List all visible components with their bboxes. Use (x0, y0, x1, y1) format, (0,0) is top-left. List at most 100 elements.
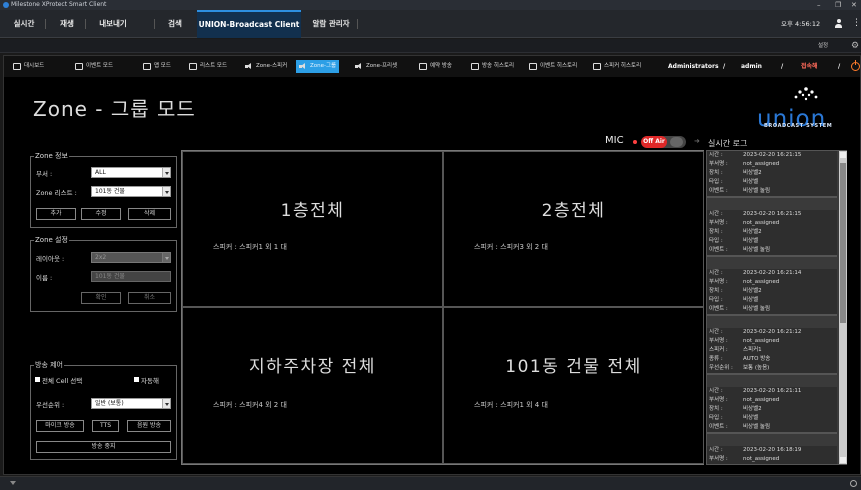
log-field-value: 비상벨 (743, 179, 759, 185)
log-row: 부서명 : not_assigned (707, 455, 837, 464)
dept-select[interactable]: ALL (91, 167, 171, 178)
edit-button[interactable]: 수정 (81, 208, 121, 220)
nav-dashboard[interactable]: 대시보드 (10, 60, 47, 73)
union-logo-dots (794, 87, 818, 101)
auto-release-label: 자동해 (141, 377, 159, 385)
zone-cell[interactable]: 지하주차장 전체 스피커 : 스피커4 외 2 대 (182, 307, 443, 464)
log-field-label: 부서명 : (709, 279, 728, 285)
dept-label: 부서 : (36, 170, 53, 178)
tab-alarm-manager[interactable]: 알람 관리자 (308, 10, 354, 38)
name-input[interactable]: 101동 건물 (91, 271, 171, 282)
log-row: 우선순위 : 보통 (높음) (707, 364, 837, 373)
scroll-thumb[interactable] (840, 163, 846, 323)
add-button[interactable]: 추가 (36, 208, 76, 220)
history-icon (471, 63, 479, 70)
mic-broadcast-button[interactable]: 마이크 방송 (36, 420, 84, 432)
mic-toggle[interactable]: Off Air (641, 136, 686, 148)
log-row: 타입 : 비상벨 (707, 296, 837, 305)
log-entry: 시간 : 2023-02-20 16:18:19 부서명 : not_assigne… (707, 446, 837, 464)
tts-button[interactable]: TTS (92, 420, 119, 432)
scroll-up-icon[interactable] (840, 152, 846, 158)
separator: / (838, 63, 841, 70)
log-row: 장치 : 비상벨2 (707, 228, 837, 237)
power-icon[interactable] (851, 60, 860, 71)
log-scrollbar[interactable] (839, 151, 847, 464)
zone-info-title: Zone 정보 (34, 152, 69, 161)
mic-label: MIC (605, 135, 624, 146)
nav-zone-group[interactable]: Zone-그룹 (296, 60, 340, 73)
user-icon[interactable] (835, 19, 842, 28)
cancel-button[interactable]: 취소 (128, 292, 171, 304)
chevron-down-icon (162, 399, 170, 408)
log-field-label: 부서명 : (709, 456, 728, 462)
layout-label: 레이아웃 : (36, 255, 65, 263)
main-tab-bar: 실시간 재생 내보내기 검색 UNION-Broadcast Client 알람… (0, 10, 861, 38)
tab-search[interactable]: 검색 (160, 10, 190, 38)
log-field-value: 비상벨 눌림 (743, 306, 771, 312)
tab-live[interactable]: 실시간 (6, 10, 42, 38)
priority-select[interactable]: 일반 (보통) (91, 398, 171, 409)
log-field-label: 타입 : (709, 179, 723, 185)
zone-settings-title: Zone 설정 (34, 236, 69, 245)
settings-label[interactable]: 설정 (818, 39, 828, 53)
nav-event-history[interactable]: 이벤트 히스토리 (526, 60, 580, 73)
scroll-down-icon[interactable] (840, 457, 846, 463)
layout-select[interactable]: 2x2 (91, 252, 171, 263)
log-row: 시간 : 2023-02-20 16:21:15 (707, 210, 837, 219)
nav-zone-preset[interactable]: Zone-프리셋 (352, 60, 400, 73)
nav-zone-speaker[interactable]: Zone-스피커 (242, 60, 290, 73)
tab-playback[interactable]: 재생 (50, 10, 84, 38)
log-field-value: 2023-02-20 16:21:12 (743, 329, 802, 335)
app-nav-bar: 대시보드 이벤트 모드 맵 모드 리스트 모드 Zone-스피커 Zone-그룹… (4, 56, 860, 77)
nav-list-mode[interactable]: 리스트 모드 (186, 60, 230, 73)
log-field-value: 2023-02-20 16:21:15 (743, 211, 802, 217)
realtime-log[interactable]: 시간 : 2023-02-20 16:21:15 부서명 : not_assigne… (706, 150, 847, 465)
status-icon[interactable] (850, 480, 857, 487)
collapse-icon[interactable] (10, 481, 16, 485)
zone-list-select[interactable]: 101동 건물 (91, 186, 171, 197)
log-entry: 시간 : 2023-02-20 16:21:14 부서명 : not_assigne… (707, 269, 837, 316)
tab-divider (154, 19, 155, 29)
more-menu-icon[interactable]: ⋮ (852, 18, 861, 28)
log-row: 이벤트 : 비상벨 눌림 (707, 187, 837, 196)
close-icon[interactable]: ✕ (851, 0, 857, 10)
zone-cell-speakers: 스피커 : 스피커1 외 1 대 (213, 243, 287, 251)
log-row: 스피커 : 스피커1 (707, 346, 837, 355)
mic-toggle-label: Off Air (641, 136, 667, 148)
log-entry: 시간 : 2023-02-20 16:21:12 부서명 : not_assigne… (707, 328, 837, 375)
nav-event-mode[interactable]: 이벤트 모드 (72, 60, 116, 73)
log-title: 실시간 로그 (708, 139, 748, 148)
zone-cell[interactable]: 101동 건물 전체 스피커 : 스피커1 외 4 대 (443, 307, 704, 464)
clock: 오후 4:56:12 (781, 20, 821, 28)
tab-union-broadcast[interactable]: UNION-Broadcast Client (197, 10, 301, 38)
zone-grid: 1층전체 스피커 : 스피커1 외 1 대 2층전체 스피커 : 스피커3 외 … (181, 150, 704, 465)
zone-cell[interactable]: 2층전체 스피커 : 스피커3 외 2 대 (443, 151, 704, 307)
log-field-value: 비상벨 (743, 297, 759, 303)
speaker-history-icon (593, 63, 601, 70)
log-field-label: 이벤트 : (709, 424, 728, 430)
log-row: 장치 : 비상벨2 (707, 287, 837, 296)
log-field-value: not_assigned (743, 456, 780, 462)
stop-broadcast-button[interactable]: 방송 중지 (36, 441, 171, 453)
log-row: 타입 : 비상벨 (707, 414, 837, 423)
maximize-icon[interactable]: ❐ (835, 0, 841, 10)
audio-broadcast-button[interactable]: 음원 방송 (127, 420, 171, 432)
log-field-label: 타입 : (709, 297, 723, 303)
gear-icon[interactable]: ⚙ (851, 40, 859, 52)
user-name: admin (741, 63, 762, 70)
logout-link[interactable]: 접속해 (801, 60, 818, 73)
log-entry: 시간 : 2023-02-20 16:21:15 부서명 : not_assigne… (707, 151, 837, 198)
log-field-value: 비상벨 눌림 (743, 188, 771, 194)
tab-export[interactable]: 내보내기 (88, 10, 138, 38)
log-field-label: 종류 : (709, 356, 723, 362)
nav-speaker-history[interactable]: 스피커 히스토리 (590, 60, 644, 73)
auto-release-checkbox[interactable] (134, 377, 139, 382)
select-all-checkbox[interactable] (35, 377, 40, 382)
minimize-icon[interactable]: – (817, 0, 821, 10)
nav-scheduled-broadcast[interactable]: 예약 방송 (416, 60, 455, 73)
nav-map-mode[interactable]: 맵 모드 (140, 60, 174, 73)
delete-button[interactable]: 삭제 (128, 208, 171, 220)
nav-broadcast-history[interactable]: 방송 히스토리 (468, 60, 517, 73)
zone-cell[interactable]: 1층전체 스피커 : 스피커1 외 1 대 (182, 151, 443, 307)
confirm-button[interactable]: 확인 (81, 292, 121, 304)
